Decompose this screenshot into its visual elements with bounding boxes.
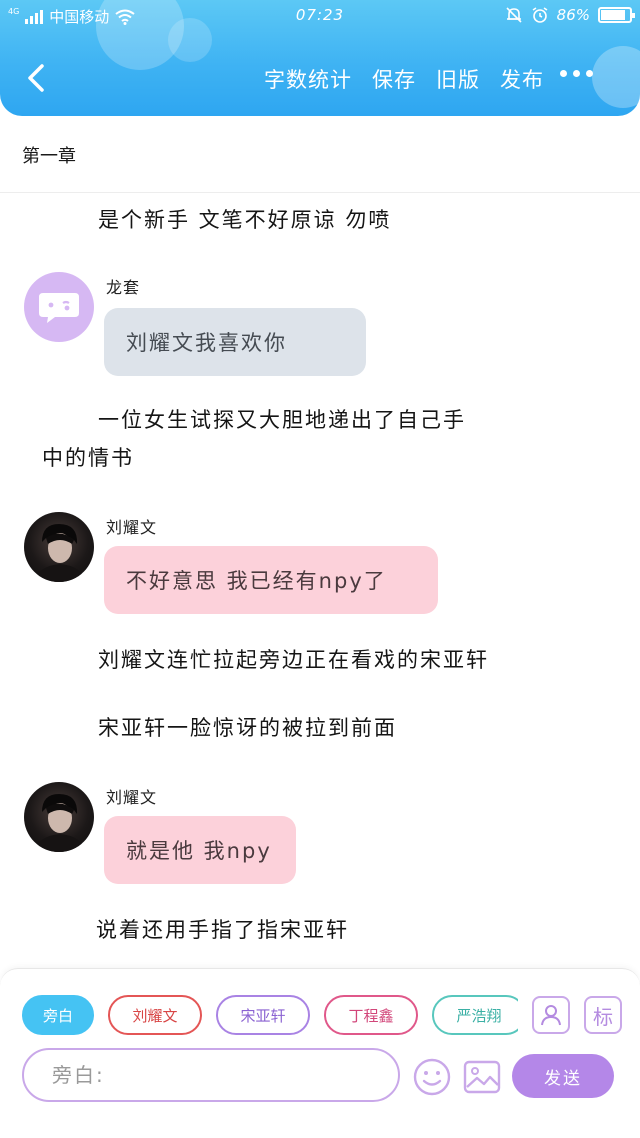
speaker-name: 刘耀文 (106, 518, 158, 537)
role-chip[interactable]: 宋亚轩 (216, 995, 310, 1035)
bell-muted-icon (506, 7, 522, 23)
role-chip[interactable]: 刘耀文 (108, 995, 202, 1035)
more-icon[interactable] (560, 70, 593, 77)
add-character-icon[interactable] (532, 996, 570, 1034)
avatar (24, 512, 94, 582)
alarm-icon (532, 7, 548, 23)
top-app-bar: 4G 中国移动 07:23 86% 字数统计 保存 旧版 发布 (0, 0, 640, 116)
back-arrow-icon[interactable] (18, 58, 58, 98)
status-bar: 4G 中国移动 07:23 86% (0, 0, 640, 32)
narration-line[interactable]: 说着还用手指了指宋亚轩 (96, 910, 349, 950)
avatar (24, 782, 94, 852)
role-selector: 旁白 刘耀文 宋亚轩 丁程鑫 严浩翔 (22, 995, 518, 1039)
speaker-name: 龙套 (106, 278, 141, 297)
dialogue-bubble[interactable]: 刘耀文我喜欢你 (104, 308, 366, 376)
chapter-title[interactable]: 第一章 (22, 142, 76, 168)
message-input-box[interactable] (22, 1048, 400, 1102)
image-icon[interactable] (462, 1057, 502, 1097)
dialogue-bubble[interactable]: 不好意思 我已经有npy了 (104, 546, 438, 614)
divider (0, 192, 640, 193)
publish-button[interactable]: 发布 (500, 64, 544, 94)
old-version-button[interactable]: 旧版 (436, 64, 480, 94)
word-count-button[interactable]: 字数统计 (264, 64, 352, 94)
speaker-name: 刘耀文 (106, 788, 158, 807)
editor-toolbar: 字数统计 保存 旧版 发布 (264, 64, 544, 94)
emoji-icon[interactable] (412, 1057, 452, 1097)
narration-line[interactable]: 一位女生试探又大胆地递出了自己手 (98, 400, 466, 440)
role-chip-narrator[interactable]: 旁白 (22, 995, 94, 1035)
profile-photo (34, 524, 86, 582)
role-chip[interactable]: 丁程鑫 (324, 995, 418, 1035)
send-button[interactable]: 发送 (512, 1054, 614, 1098)
tag-icon[interactable]: 标 (584, 996, 622, 1034)
battery-percent: 86% (556, 6, 590, 24)
decorative-bubble (592, 46, 640, 108)
narration-line[interactable]: 是个新手 文笔不好原谅 勿喷 (98, 200, 391, 240)
chat-bubble-icon (39, 293, 79, 323)
save-button[interactable]: 保存 (372, 64, 416, 94)
message-input[interactable] (24, 1050, 398, 1100)
narration-line[interactable]: 宋亚轩一脸惊讶的被拉到前面 (98, 708, 397, 748)
narration-line[interactable]: 刘耀文连忙拉起旁边正在看戏的宋亚轩 (98, 640, 489, 680)
avatar (24, 272, 94, 342)
role-chip[interactable]: 严浩翔 (432, 995, 518, 1035)
battery-icon (598, 7, 635, 23)
narration-line[interactable]: 中的情书 (42, 438, 134, 478)
profile-photo (34, 794, 86, 852)
dialogue-bubble[interactable]: 就是他 我npy (104, 816, 296, 884)
